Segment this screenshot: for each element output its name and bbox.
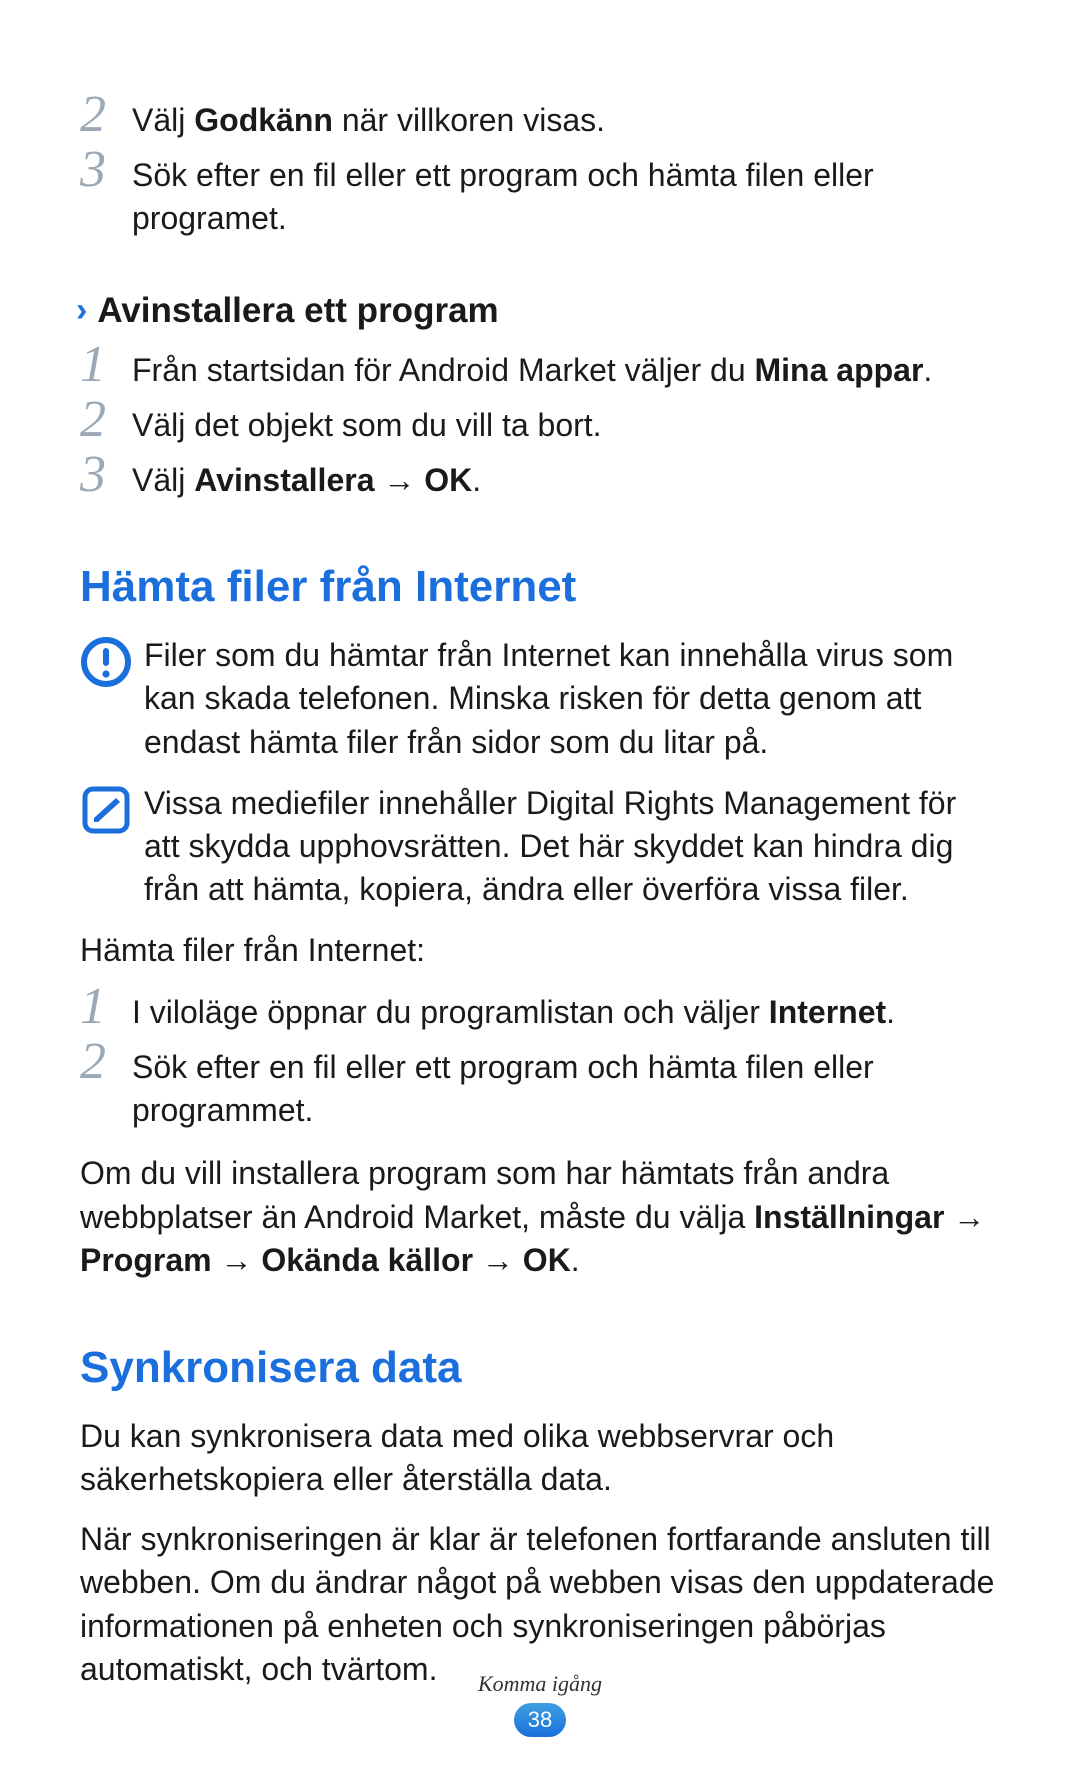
- paragraph: När synkroniseringen är klar är telefone…: [80, 1518, 1000, 1692]
- note-icon: [80, 782, 140, 841]
- section-heading-download: Hämta filer från Internet: [80, 562, 1000, 612]
- page-number-badge: 38: [514, 1703, 566, 1737]
- page-footer: Komma igång 38: [0, 1671, 1080, 1737]
- step-text: Sök efter en fil eller ett program och h…: [132, 1042, 1000, 1132]
- section-heading-sync: Synkronisera data: [80, 1343, 1000, 1393]
- step-number: 3: [80, 144, 132, 196]
- step-text: Sök efter en fil eller ett program och h…: [132, 150, 1000, 240]
- step-item: 3 Välj Avinstallera → OK.: [80, 455, 1000, 502]
- step-number: 2: [80, 394, 132, 446]
- step-text: Välj Godkänn när villkoren visas.: [132, 95, 605, 142]
- info-text: Vissa mediefiler innehåller Digital Righ…: [140, 782, 1000, 912]
- paragraph: Du kan synkronisera data med olika webbs…: [80, 1415, 1000, 1502]
- subsection-heading: › Avinstallera ett program: [80, 291, 1000, 331]
- warning-text: Filer som du hämtar från Internet kan in…: [140, 634, 1000, 764]
- paragraph: Hämta filer från Internet:: [80, 929, 1000, 973]
- page-content: 2 Välj Godkänn när villkoren visas. 3 Sö…: [0, 0, 1080, 1748]
- step-number: 2: [80, 89, 132, 141]
- step-text: Välj det objekt som du vill ta bort.: [132, 400, 602, 447]
- step-item: 1 Från startsidan för Android Market väl…: [80, 345, 1000, 392]
- step-number: 1: [80, 981, 132, 1033]
- step-item: 2 Sök efter en fil eller ett program och…: [80, 1042, 1000, 1132]
- step-text: Välj Avinstallera → OK.: [132, 455, 481, 502]
- info-note: Vissa mediefiler innehåller Digital Righ…: [80, 782, 1000, 912]
- warning-note: Filer som du hämtar från Internet kan in…: [80, 634, 1000, 764]
- chapter-label: Komma igång: [0, 1671, 1080, 1697]
- step-item: 3 Sök efter en fil eller ett program och…: [80, 150, 1000, 240]
- subsection-title: Avinstallera ett program: [97, 291, 498, 331]
- step-item: 2 Välj Godkänn när villkoren visas.: [80, 95, 1000, 142]
- step-item: 1 I viloläge öppnar du programlistan och…: [80, 987, 1000, 1034]
- step-item: 2 Välj det objekt som du vill ta bort.: [80, 400, 1000, 447]
- step-number: 2: [80, 1036, 132, 1088]
- step-number: 1: [80, 339, 132, 391]
- step-text: Från startsidan för Android Market välje…: [132, 345, 932, 392]
- paragraph: Om du vill installera program som har hä…: [80, 1152, 1000, 1283]
- warning-icon: [80, 634, 140, 693]
- step-text: I viloläge öppnar du programlistan och v…: [132, 987, 895, 1034]
- step-number: 3: [80, 449, 132, 501]
- chevron-right-icon: ›: [76, 291, 87, 330]
